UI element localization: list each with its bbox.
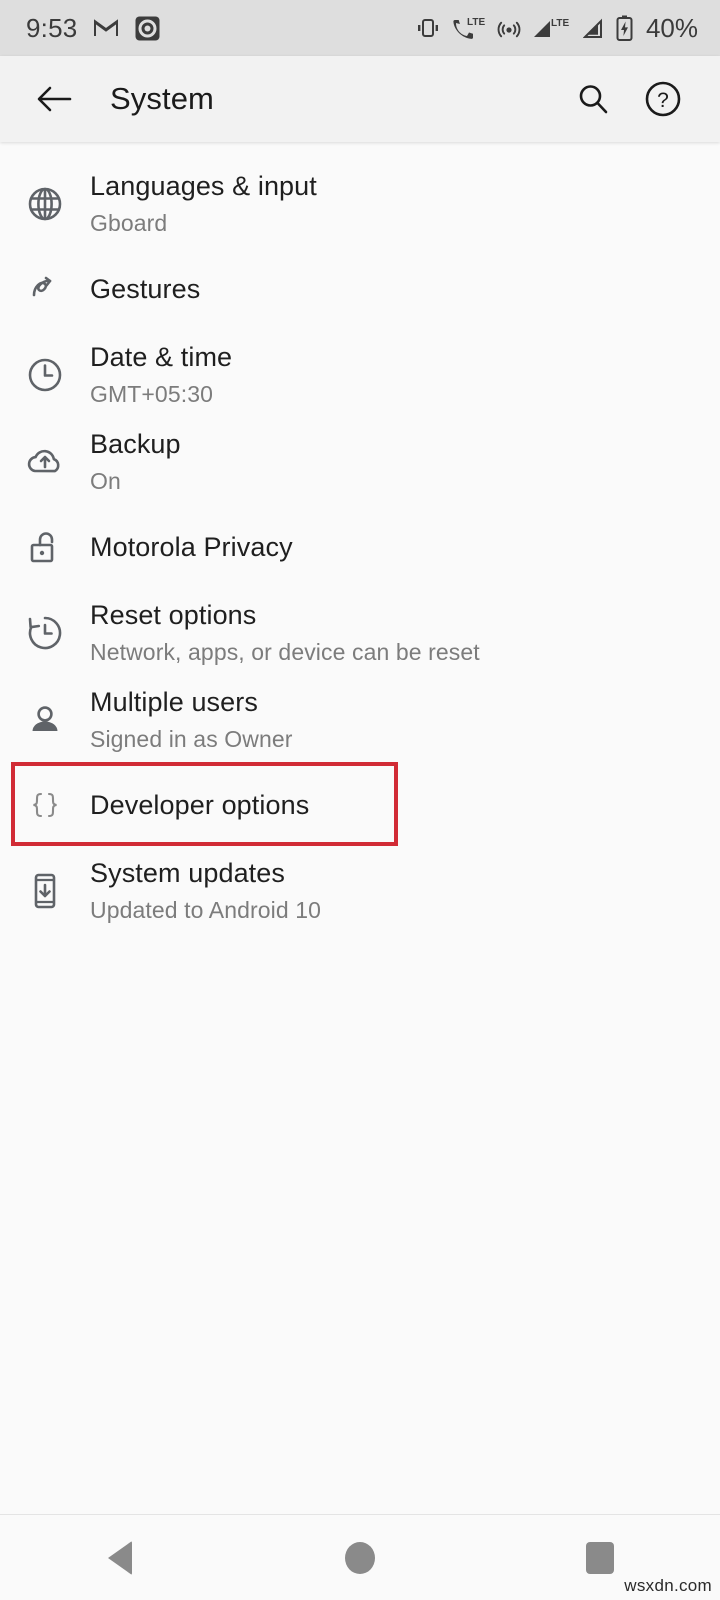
gesture-icon [0,269,90,309]
history-icon [0,613,90,653]
nav-back-button[interactable] [60,1515,180,1600]
signal-icon [582,16,605,40]
list-item-text: Developer options [90,787,309,823]
page-title: System [110,81,214,116]
clock-icon [0,355,90,395]
back-arrow-icon[interactable] [28,73,80,125]
search-icon[interactable] [566,72,620,126]
call-lte-icon: LTE [452,16,486,40]
signal-lte-icon: LTE [532,16,572,40]
battery-charging-icon [616,15,633,41]
status-clock: 9:53 [26,12,78,43]
list-item-text: Reset options Network, apps, or device c… [90,597,480,668]
list-item-subtitle: Gboard [90,210,168,236]
list-item-motorola-privacy[interactable]: Motorola Privacy [0,505,720,589]
list-item-title: Reset options [90,600,257,630]
nav-recents-icon [586,1541,614,1574]
list-item-text: Languages & input Gboard [90,168,317,239]
list-item-title: Date & time [90,342,233,372]
battery-percent-label: 40% [645,12,698,43]
list-item-multiple-users[interactable]: Multiple users Signed in as Owner [0,676,720,763]
vibrate-icon [415,17,441,39]
watermark-label: wsxdn.com [624,1576,712,1595]
list-item-subtitle: Network, apps, or device can be reset [90,639,480,665]
nav-home-button[interactable] [300,1515,420,1600]
list-item-title: System updates [90,858,286,888]
list-item-reset-options[interactable]: Reset options Network, apps, or device c… [0,589,720,676]
developer-options-highlight-wrap: Developer options [0,762,720,847]
help-icon[interactable]: ? [636,72,690,126]
list-item-title: Multiple users [90,687,258,717]
person-icon [0,700,90,740]
list-item-date-time[interactable]: Date & time GMT+05:30 [0,331,720,418]
list-item-text: System updates Updated to Android 10 [90,855,321,926]
list-item-system-updates[interactable]: System updates Updated to Android 10 [0,847,720,934]
app-bar: System ? [0,56,720,142]
phone-screen: 9:53 LTE LTE 40% System ? Languages & in… [0,0,720,1600]
hotspot-icon [497,17,521,39]
svg-text:?: ? [657,89,669,112]
unlock-icon [0,526,90,568]
svg-text:LTE: LTE [551,18,569,29]
list-item-subtitle: On [90,468,121,494]
braces-icon [0,785,90,825]
list-item-subtitle: Updated to Android 10 [90,897,321,923]
list-item-backup[interactable]: Backup On [0,418,720,505]
status-bar: 9:53 LTE LTE 40% [0,0,720,56]
list-item-text: Date & time GMT+05:30 [90,339,232,410]
list-item-developer-options[interactable]: Developer options [0,763,720,847]
list-item-languages-input[interactable]: Languages & input Gboard [0,160,720,247]
navigation-bar: wsxdn.com [0,1514,720,1600]
list-item-title: Backup [90,429,181,459]
list-item-title: Gestures [90,274,201,304]
list-item-title: Developer options [90,790,310,820]
svg-text:LTE: LTE [467,17,485,28]
nav-back-icon [108,1540,132,1575]
list-item-gestures[interactable]: Gestures [0,247,720,331]
cloud-upload-icon [0,442,90,482]
list-item-title: Languages & input [90,171,317,201]
globe-icon [0,184,90,224]
list-item-text: Gestures [90,271,200,307]
list-item-text: Multiple users Signed in as Owner [90,684,293,755]
list-item-text: Motorola Privacy [90,529,293,565]
status-bar-left: 9:53 [26,13,160,44]
list-item-text: Backup On [90,426,181,497]
gmail-icon [93,18,119,38]
settings-list: Languages & input Gboard Gestures Date &… [0,142,720,1514]
screen-record-icon [135,16,160,41]
list-item-subtitle: Signed in as Owner [90,726,293,752]
list-item-subtitle: GMT+05:30 [90,381,213,407]
nav-home-icon [345,1541,375,1574]
system-update-icon [0,870,90,912]
list-item-title: Motorola Privacy [90,532,293,562]
status-bar-right: LTE LTE 40% [415,13,698,44]
